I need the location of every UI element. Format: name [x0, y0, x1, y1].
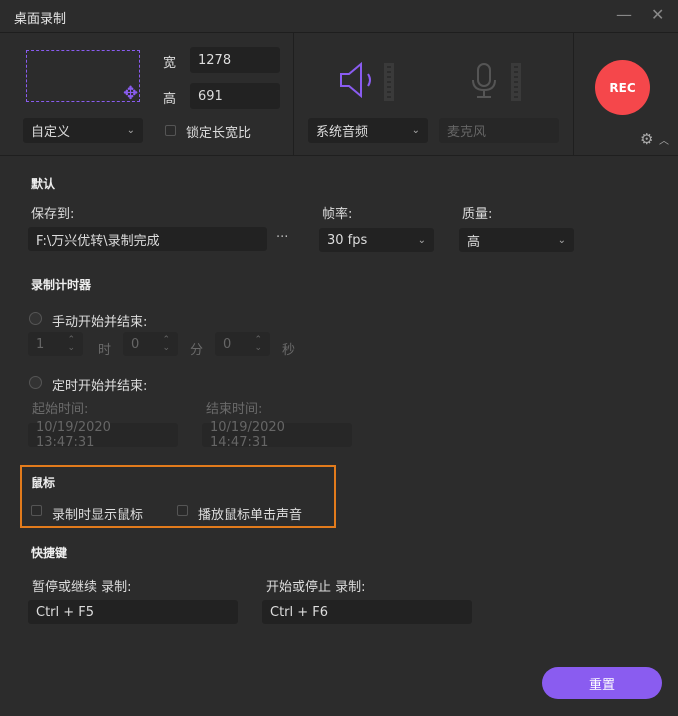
system-audio-select[interactable]: 系统音频 ⌄ — [308, 118, 428, 143]
microphone-icon[interactable] — [470, 62, 498, 100]
mic-level-meter — [511, 63, 521, 101]
stepper-arrows-icon[interactable]: ⌃ ⌄ — [162, 336, 170, 353]
hours-stepper[interactable]: 1 ⌃ ⌄ — [28, 332, 83, 356]
fps-label: 帧率: — [322, 207, 353, 222]
scheduled-timer-radio[interactable] — [29, 376, 42, 389]
divider — [293, 33, 294, 155]
hours-value: 1 — [36, 336, 45, 352]
record-button[interactable]: REC — [595, 60, 650, 115]
timer-heading: 录制计时器 — [31, 278, 92, 292]
pause-hotkey-input[interactable]: Ctrl + F5 — [28, 600, 238, 624]
manual-timer-label: 手动开始并结束: — [52, 315, 148, 330]
height-input[interactable]: 691 — [190, 83, 280, 109]
start-hotkey-label: 开始或停止 录制: — [266, 580, 366, 595]
lock-ratio-checkbox[interactable] — [165, 125, 176, 136]
system-audio-value: 系统音频 — [316, 125, 369, 140]
reset-button[interactable]: 重置 — [542, 667, 662, 699]
quality-value: 高 — [467, 234, 481, 250]
click-sound-checkbox[interactable] — [177, 505, 188, 516]
minutes-value: 0 — [131, 336, 140, 352]
mouse-heading: 鼠标 — [31, 476, 56, 490]
fps-select[interactable]: 30 fps ⌄ — [319, 228, 434, 252]
pause-hotkey-label: 暂停或继续 录制: — [32, 580, 132, 595]
save-path-input[interactable]: F:\万兴优转\录制完成 — [28, 227, 267, 251]
speaker-icon[interactable] — [338, 62, 378, 98]
system-audio-level-meter — [384, 63, 394, 101]
end-time-input[interactable]: 10/19/2020 14:47:31 — [202, 420, 352, 450]
chevron-down-icon: ⌄ — [126, 125, 135, 136]
width-input[interactable]: 1278 — [190, 47, 280, 73]
stepper-arrows-icon[interactable]: ⌃ ⌄ — [67, 336, 75, 353]
seconds-unit: 秒 — [282, 343, 296, 358]
manual-timer-radio[interactable] — [29, 312, 42, 325]
gear-icon[interactable]: ⚙ — [640, 130, 653, 148]
close-button[interactable]: ✕ — [651, 5, 664, 24]
quality-select[interactable]: 高 ⌄ — [459, 228, 574, 252]
show-cursor-checkbox[interactable] — [31, 505, 42, 516]
quality-label: 质量: — [462, 207, 493, 222]
show-cursor-label: 录制时显示鼠标 — [52, 508, 144, 523]
chevron-down-icon: ⌄ — [557, 234, 566, 246]
start-hotkey-input[interactable]: Ctrl + F6 — [262, 600, 472, 624]
end-time-label: 结束时间: — [206, 402, 263, 417]
minutes-unit: 分 — [190, 343, 204, 358]
chevron-down-icon: ⌄ — [411, 125, 420, 136]
width-label: 宽 — [163, 56, 177, 71]
fps-value: 30 fps — [327, 232, 368, 248]
chevron-up-icon[interactable]: ︿ — [659, 132, 669, 147]
scheduled-timer-label: 定时开始并结束: — [52, 379, 148, 394]
window-title: 桌面录制 — [14, 12, 67, 27]
chevron-down-icon: ⌄ — [417, 234, 426, 246]
minutes-stepper[interactable]: 0 ⌃ ⌄ — [123, 332, 178, 356]
defaults-heading: 默认 — [31, 177, 56, 191]
preset-select[interactable]: 自定义 ⌄ — [23, 118, 143, 143]
save-to-label: 保存到: — [31, 207, 75, 222]
hotkeys-heading: 快捷键 — [31, 546, 68, 560]
height-label: 高 — [163, 92, 177, 107]
lock-ratio-label: 锁定长宽比 — [186, 126, 252, 141]
preset-value: 自定义 — [31, 125, 71, 140]
browse-button[interactable]: ··· — [276, 230, 288, 245]
seconds-value: 0 — [223, 336, 232, 352]
title-bar — [0, 0, 678, 33]
seconds-stepper[interactable]: 0 ⌃ ⌄ — [215, 332, 270, 356]
move-arrows-icon[interactable]: ✥ — [123, 83, 138, 104]
stepper-arrows-icon[interactable]: ⌃ ⌄ — [254, 336, 262, 353]
minimize-button[interactable]: — — [616, 5, 632, 24]
microphone-select[interactable]: 麦克风 — [439, 118, 559, 143]
start-time-label: 起始时间: — [32, 402, 89, 417]
click-sound-label: 播放鼠标单击声音 — [198, 508, 303, 523]
start-time-input[interactable]: 10/19/2020 13:47:31 — [28, 420, 178, 450]
divider — [0, 155, 678, 156]
hours-unit: 时 — [98, 343, 112, 358]
divider — [573, 33, 574, 155]
